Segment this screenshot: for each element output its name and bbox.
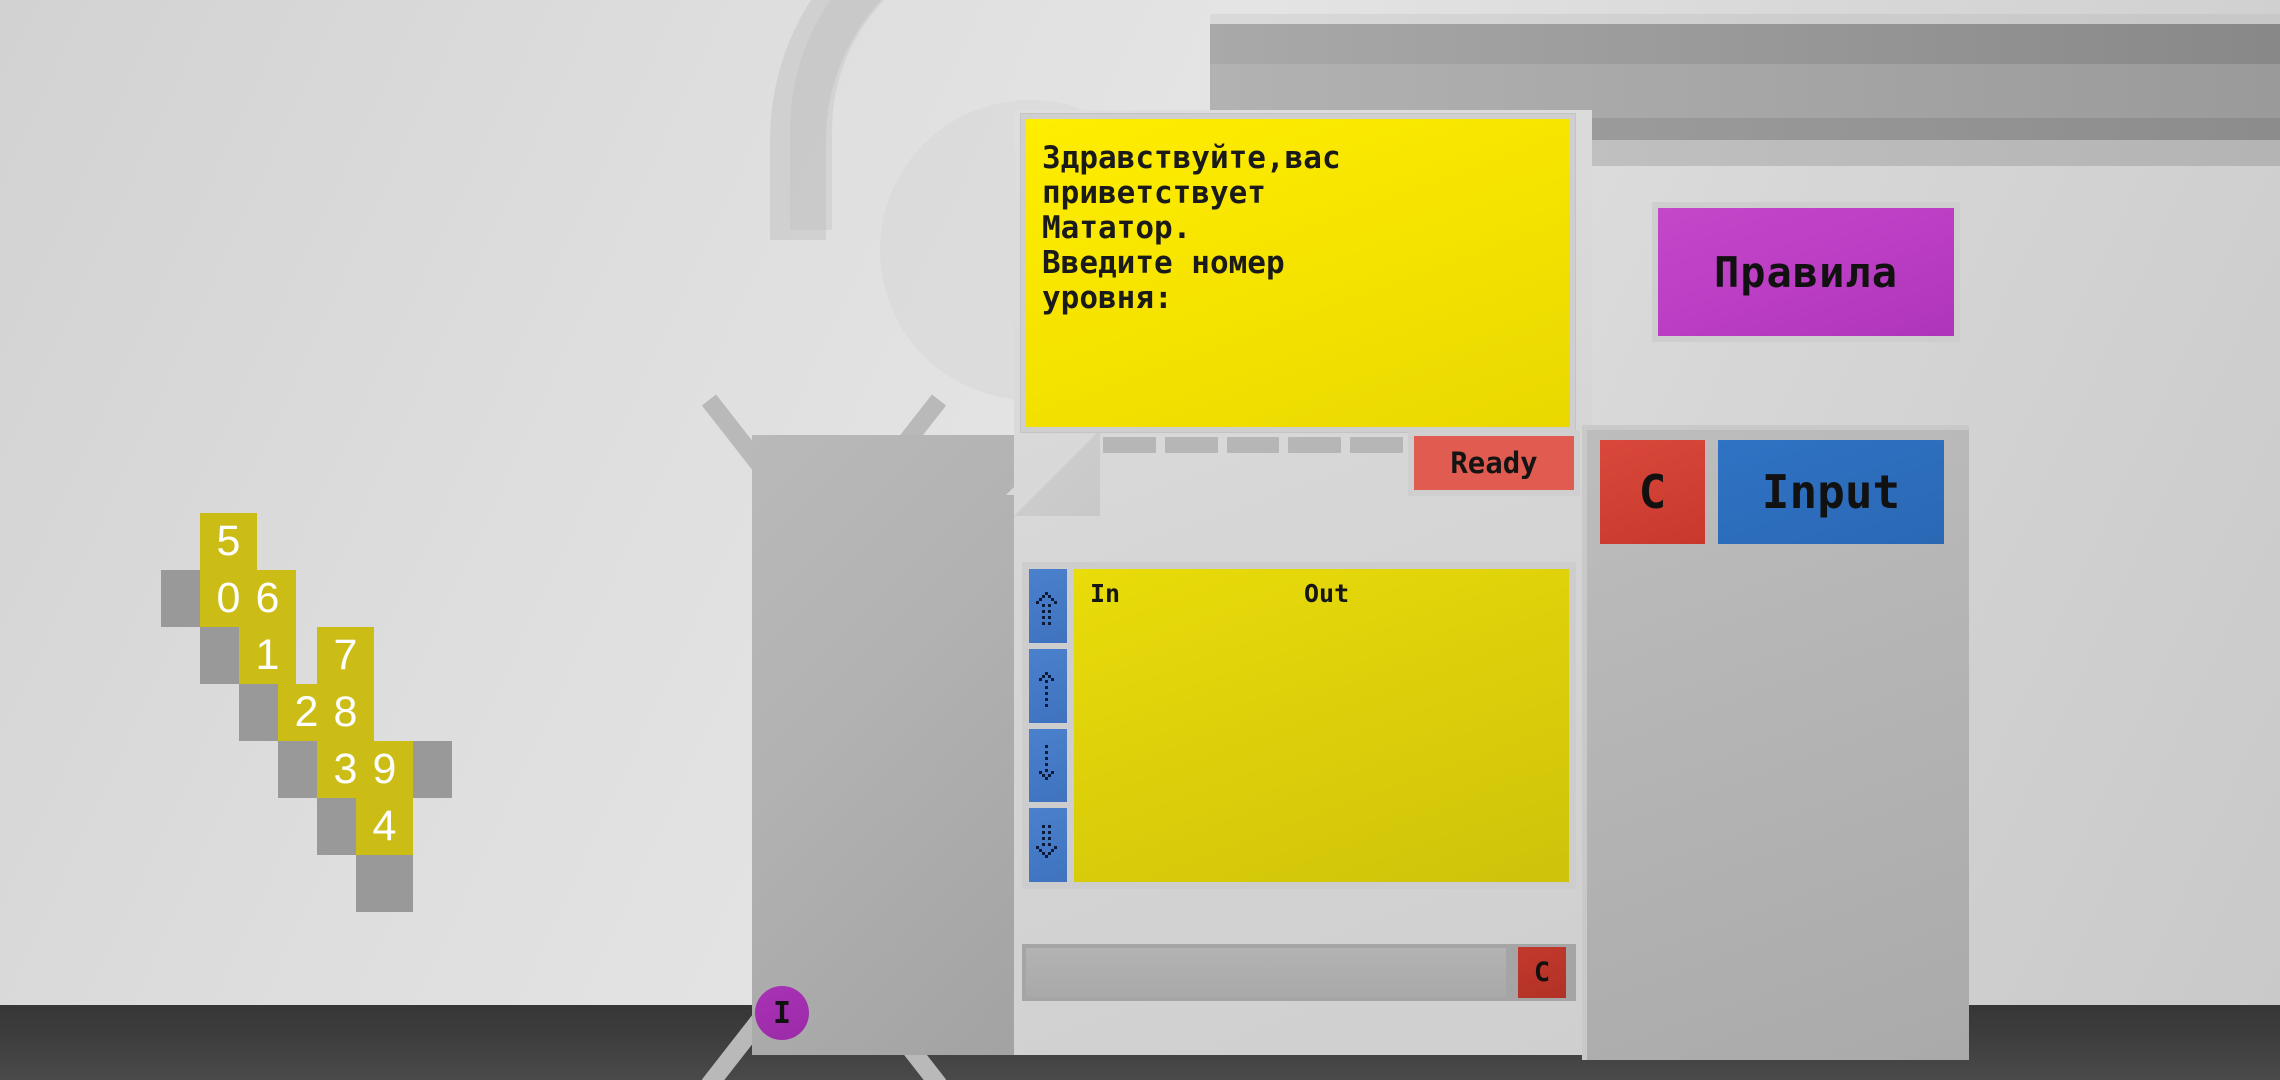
io-table-header-out: Out (1304, 579, 1350, 608)
number-tile[interactable]: 7 (317, 627, 374, 684)
info-button[interactable]: I (755, 986, 809, 1040)
io-table-bezel: In Out (1022, 562, 1576, 889)
clear-small-button[interactable]: C (1518, 947, 1566, 998)
scroll-top-button[interactable] (1029, 569, 1067, 643)
vent-grille (1103, 437, 1403, 453)
number-tile-digit: 4 (372, 802, 397, 850)
vent-slot (1103, 437, 1156, 453)
vent-slot (1226, 437, 1280, 453)
number-tile-shadow (356, 855, 413, 912)
number-tile[interactable]: 8 (317, 684, 374, 741)
number-tile-digit: 6 (255, 574, 280, 622)
main-display-screen: Здравствуйте,вас приветствует Мататор. В… (1026, 119, 1570, 427)
number-tile[interactable]: 1 (239, 627, 296, 684)
number-tile[interactable]: 5 (200, 513, 257, 570)
clear-button[interactable]: C (1600, 440, 1705, 544)
number-tile[interactable]: 6 (239, 570, 296, 627)
number-tile-digit: 8 (333, 688, 358, 736)
number-tile[interactable]: 9 (356, 741, 413, 798)
scroll-up-button[interactable] (1029, 648, 1067, 723)
number-tile-digit: 2 (294, 688, 319, 736)
main-display-bezel: Здравствуйте,вас приветствует Мататор. В… (1020, 113, 1576, 433)
io-table-header-in: In (1090, 579, 1121, 608)
scroll-bottom-button[interactable] (1029, 808, 1067, 882)
number-tile-digit: 1 (255, 631, 280, 679)
vent-slot (1350, 437, 1403, 453)
number-tile-digit: 0 (216, 574, 241, 622)
number-tile-digit: 7 (333, 631, 358, 679)
input-button[interactable]: Input (1718, 440, 1944, 544)
status-badge-bezel: Ready (1408, 430, 1580, 496)
lower-control-field (1026, 948, 1506, 997)
vent-slot (1164, 437, 1218, 453)
number-tile-digit: 5 (216, 517, 241, 565)
main-display-text: Здравствуйте,вас приветствует Мататор. В… (1042, 140, 1341, 316)
io-table-scroll-controls (1029, 569, 1067, 882)
app-stage: 5 06 127 8 39 4 Здравствуйте,вас приветствует… (0, 0, 2280, 1080)
status-badge: Ready (1414, 436, 1574, 490)
rules-button[interactable]: Правила (1658, 208, 1954, 336)
pipe-band-2 (1210, 24, 2280, 64)
scroll-down-button[interactable] (1029, 728, 1067, 803)
pipe-band-1 (1210, 14, 2280, 24)
rules-button-label: Правила (1713, 247, 1898, 297)
machine-body-left (752, 435, 1034, 1055)
number-tile[interactable]: 4 (356, 798, 413, 855)
vent-slot (1288, 437, 1342, 453)
number-tile-digit: 3 (333, 745, 358, 793)
io-table-screen: In Out (1074, 569, 1569, 882)
number-tile-digit: 9 (372, 745, 397, 793)
